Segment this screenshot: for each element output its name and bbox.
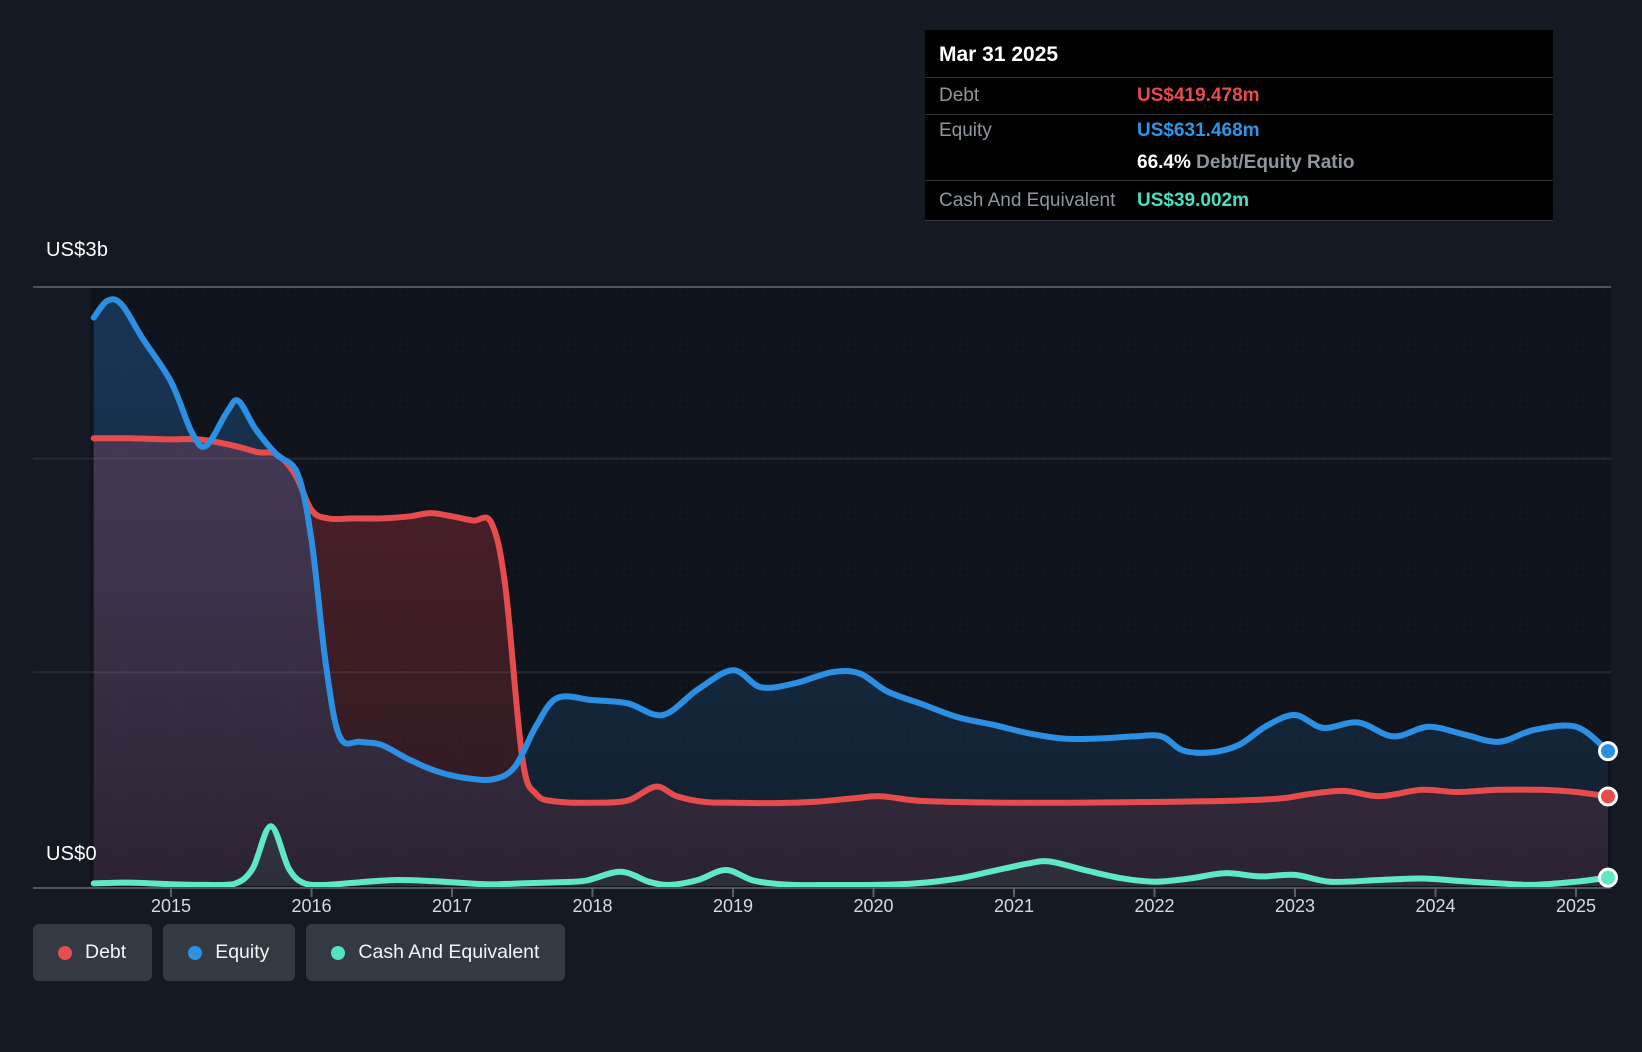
legend-label: Debt [85,941,127,963]
y-axis-zero-label: US$0 [46,843,97,865]
legend: Debt Equity Cash And Equivalent [33,924,566,981]
legend-label: Equity [215,941,270,963]
legend-label: Cash And Equivalent [358,941,540,963]
legend-item-debt[interactable]: Debt [33,924,153,981]
ratio-value: 66.4% [1137,152,1191,173]
debt-end-marker [1598,786,1618,807]
legend-dot-icon [331,945,346,960]
tooltip-date: Mar 31 2025 [925,30,1553,78]
tooltip-ratio-row: 66.4% Debt/Equity Ratio [925,146,1553,181]
cash-end-marker [1598,867,1618,888]
tooltip-panel: Mar 31 2025 Debt US$419.478m Equity US$6… [925,30,1553,221]
y-axis-max-label: US$3b [46,239,109,261]
tooltip-cash-label: Cash And Equivalent [939,189,1116,211]
tooltip-cash-value: US$39.002m [1137,189,1249,211]
legend-item-equity[interactable]: Equity [163,924,296,981]
tooltip-equity-row: Equity US$631.468m [925,115,1553,146]
tooltip-cash-row: Cash And Equivalent US$39.002m [925,181,1553,220]
ratio-label: Debt/Equity Ratio [1196,152,1355,173]
tooltip-debt-row: Debt US$419.478m [925,78,1553,115]
tooltip-debt-value: US$419.478m [1137,85,1260,106]
legend-item-cash-and-equivalent[interactable]: Cash And Equivalent [306,924,566,981]
tooltip-equity-value: US$631.468m [1137,119,1260,141]
tooltip-ratio: 66.4% Debt/Equity Ratio [1137,152,1539,174]
equity-end-marker [1598,741,1618,762]
legend-dot-icon [188,945,203,960]
tooltip-debt-label: Debt [939,85,980,106]
tooltip-equity-label: Equity [939,119,992,141]
debt-equity-history-chart: US$3b US$0 2015 2016 2017 2018 2019 2020 2021 2… [0,0,1642,1052]
legend-dot-icon [58,945,72,960]
